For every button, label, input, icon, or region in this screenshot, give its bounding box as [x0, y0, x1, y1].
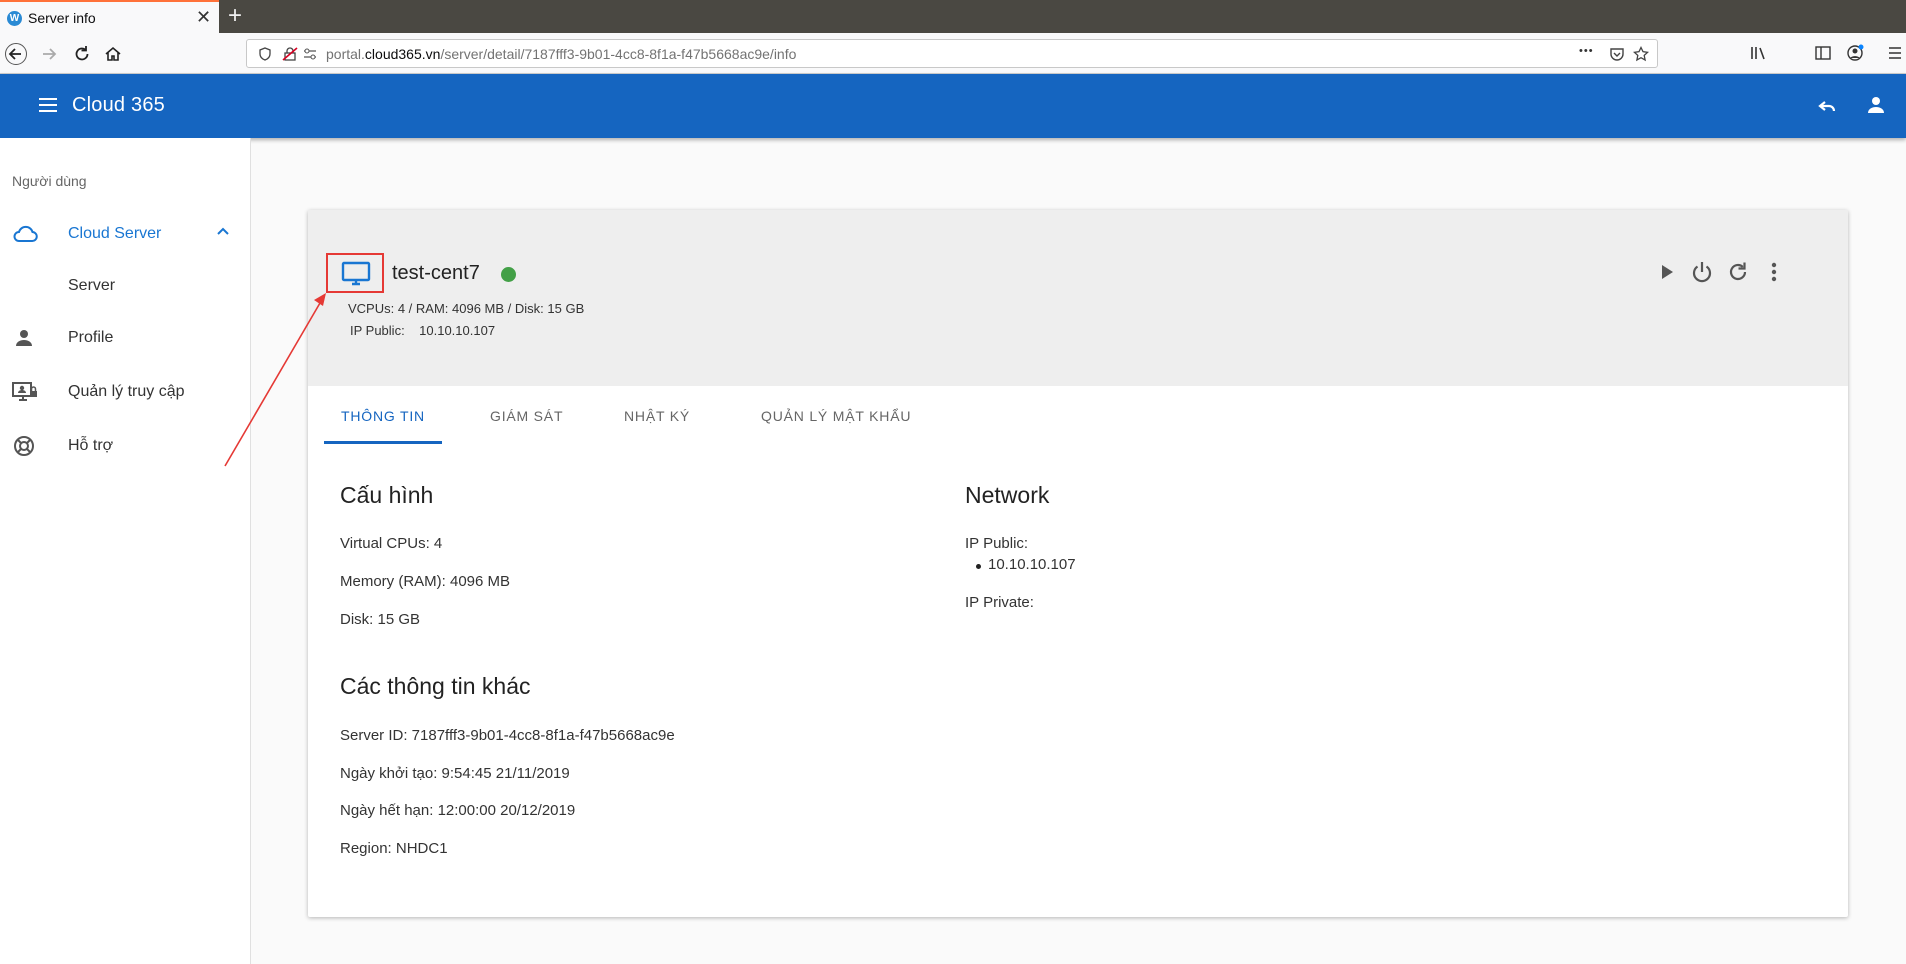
sidebar-item-cloud-server[interactable]: Cloud Server	[0, 214, 250, 254]
monitor-icon[interactable]	[341, 261, 371, 287]
library-icon[interactable]	[1750, 45, 1768, 61]
config-memory: Memory (RAM): 4096 MB	[340, 573, 511, 590]
bookmark-star-icon[interactable]	[1633, 46, 1649, 62]
tab-giam-sat[interactable]: GIÁM SÁT	[490, 408, 563, 424]
user-icon[interactable]	[1864, 93, 1888, 117]
undo-icon[interactable]	[1816, 94, 1840, 118]
region: Region: NHDC1	[340, 840, 448, 857]
server-specs: VCPUs: 4 / RAM: 4096 MB / Disk: 15 GB	[348, 301, 585, 316]
server-ip: IP Public: 10.10.10.107	[350, 323, 496, 338]
browser-tab-strip: W Server info ✕ +	[0, 0, 1906, 33]
server-detail-card: test-cent7 VCPUs: 4 / RAM: 4096 MB / Dis…	[308, 210, 1848, 917]
address-bar[interactable]: portal.cloud365.vn/server/detail/7187fff…	[246, 39, 1658, 68]
sidebar-item-label: Hỗ trợ	[68, 437, 114, 454]
app-header: Cloud 365	[0, 74, 1906, 138]
cloud-icon	[12, 222, 38, 246]
person-icon	[12, 326, 36, 350]
account-icon[interactable]	[1846, 44, 1864, 62]
server-header: test-cent7 VCPUs: 4 / RAM: 4096 MB / Dis…	[308, 210, 1848, 386]
other-info-section-title: Các thông tin khác	[340, 673, 531, 699]
sidebar-toggle-icon[interactable]	[1815, 45, 1831, 61]
access-control-icon	[12, 380, 37, 404]
tab-thong-tin[interactable]: THÔNG TIN	[341, 408, 425, 424]
active-tab-indicator	[324, 441, 442, 444]
created-date: Ngày khởi tạo: 9:54:45 21/11/2019	[340, 765, 570, 782]
permissions-icon[interactable]	[303, 48, 317, 60]
network-public-label: IP Public:	[965, 535, 1029, 552]
sidebar-item-access-management[interactable]: Quản lý truy cập	[0, 372, 250, 412]
sidebar-item-support[interactable]: Hỗ trợ	[0, 426, 250, 466]
sidebar-item-label: Server	[68, 277, 116, 294]
menu-icon[interactable]	[1888, 45, 1902, 61]
expiry-date: Ngày hết hạn: 12:00:00 20/12/2019	[340, 802, 576, 819]
url-text[interactable]: portal.cloud365.vn/server/detail/7187fff…	[326, 46, 796, 62]
pocket-icon[interactable]	[1609, 46, 1625, 62]
page-actions-icon[interactable]: •••	[1579, 45, 1594, 57]
config-section-title: Cấu hình	[340, 482, 434, 508]
network-section-title: Network	[965, 482, 1050, 508]
config-disk: Disk: 15 GB	[340, 611, 421, 628]
config-vcpus: Virtual CPUs: 4	[340, 535, 443, 552]
hamburger-menu-icon[interactable]	[38, 95, 58, 115]
browser-toolbar: portal.cloud365.vn/server/detail/7187fff…	[0, 33, 1906, 74]
browser-tab[interactable]: W Server info ✕	[0, 0, 219, 33]
home-icon[interactable]	[102, 43, 124, 65]
network-public-ip: 10.10.10.107	[988, 556, 1076, 573]
chevron-up-icon[interactable]	[216, 226, 230, 236]
sidebar-item-server[interactable]: Server	[0, 266, 250, 306]
server-name: test-cent7	[392, 262, 480, 284]
sidebar: Người dùng Cloud Server Server Profile Q…	[0, 138, 251, 964]
app-title: Cloud 365	[72, 94, 165, 116]
browser-tab-title: Server info	[28, 10, 96, 26]
list-bullet	[976, 564, 981, 569]
close-tab-icon[interactable]: ✕	[196, 8, 211, 26]
insecure-lock-icon[interactable]	[282, 47, 298, 61]
power-icon[interactable]	[1688, 258, 1716, 286]
server-id: Server ID: 7187fff3-9b01-4cc8-8f1a-f47b5…	[340, 727, 675, 744]
refresh-icon[interactable]	[1724, 258, 1752, 286]
sidebar-item-label: Quản lý truy cập	[68, 383, 185, 400]
status-indicator	[501, 267, 516, 282]
sidebar-item-profile[interactable]: Profile	[0, 318, 250, 358]
tab-nhat-ky[interactable]: NHẬT KÝ	[624, 408, 690, 424]
sidebar-item-label: Profile	[68, 329, 114, 346]
sidebar-subheader: Người dùng	[12, 173, 87, 189]
back-icon[interactable]	[5, 43, 27, 65]
more-vert-icon[interactable]	[1760, 258, 1788, 286]
reload-icon[interactable]	[71, 43, 93, 65]
tab-quan-ly-mat-khau[interactable]: QUẢN LÝ MẬT KHẨU	[761, 408, 911, 424]
network-private-label: IP Private:	[965, 594, 1034, 611]
server-icon-highlight	[326, 253, 384, 293]
site-favicon-icon: W	[7, 11, 22, 26]
lifebuoy-icon	[12, 434, 36, 458]
play-icon[interactable]	[1653, 258, 1681, 286]
shield-icon[interactable]	[258, 47, 272, 61]
sidebar-item-label: Cloud Server	[68, 225, 162, 242]
new-tab-icon[interactable]: +	[228, 3, 242, 29]
forward-icon[interactable]	[38, 43, 60, 65]
